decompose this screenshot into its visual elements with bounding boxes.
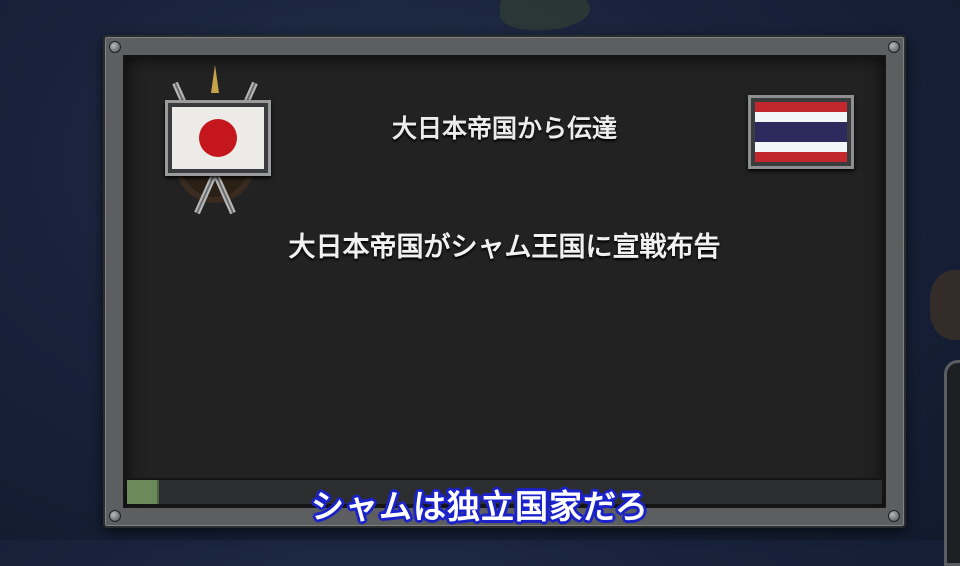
map-landmass xyxy=(500,0,590,30)
dialog-body: 大日本帝国から伝達 大日本帝国がシャム王国に宣戦布告 xyxy=(123,55,886,508)
rivet-icon xyxy=(109,41,121,53)
side-panel-edge xyxy=(944,360,960,566)
thailand-flag-icon xyxy=(755,102,847,162)
dialog-message: 大日本帝国がシャム王国に宣戦布告 xyxy=(288,232,721,263)
rivet-icon xyxy=(888,41,900,53)
map-landmass xyxy=(930,270,960,340)
diplomatic-message-dialog: 大日本帝国から伝達 大日本帝国がシャム王国に宣戦布告 xyxy=(103,35,906,528)
video-subtitle: シャムは独立国家だろ xyxy=(310,487,650,526)
receiver-flag[interactable] xyxy=(748,95,854,169)
